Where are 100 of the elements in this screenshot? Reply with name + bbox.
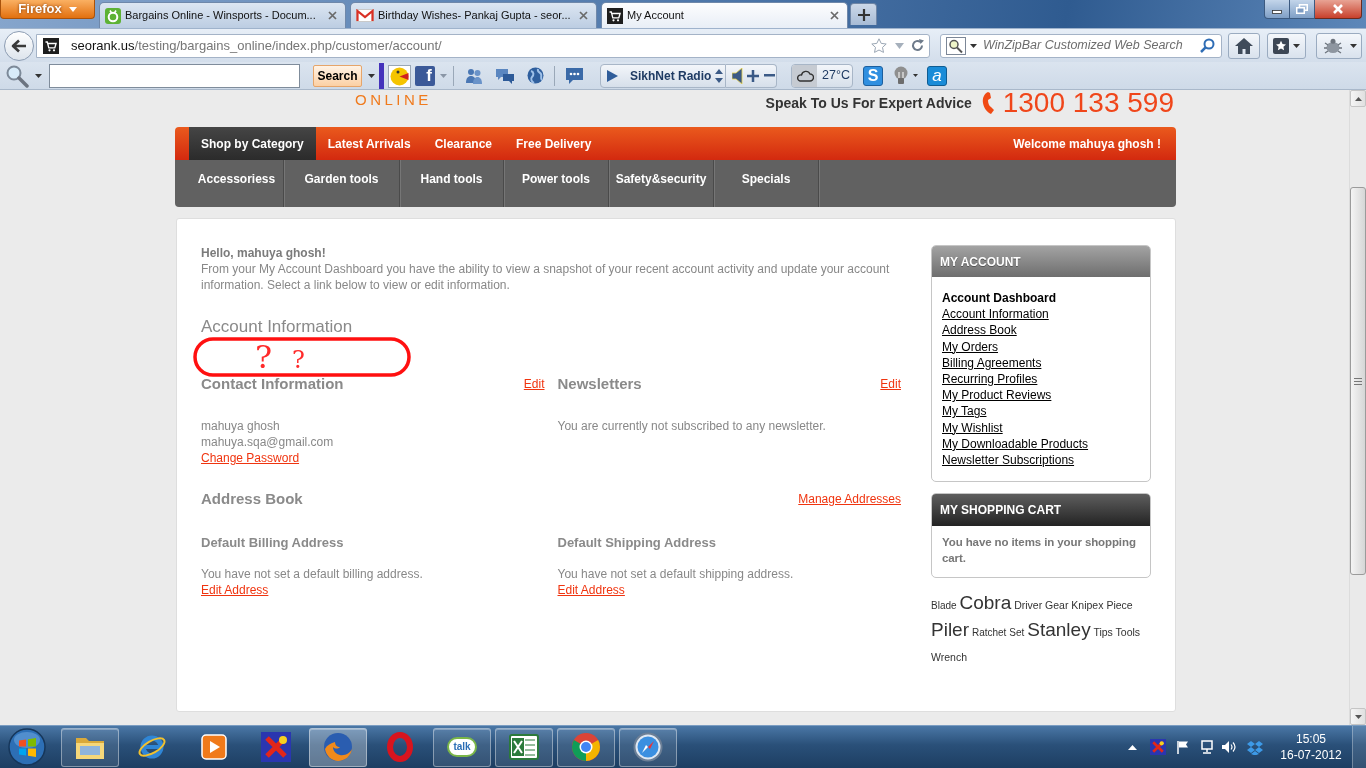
- sidebar-link[interactable]: Account Dashboard: [942, 290, 1056, 307]
- speaker-icon[interactable]: [1221, 740, 1237, 754]
- star-icon[interactable]: [871, 38, 887, 53]
- address-field[interactable]: seorank.us/testing/bargains_online/index.php/customer/account/: [36, 33, 930, 58]
- cross-tile-icon[interactable]: [1150, 739, 1166, 755]
- taskbar-button[interactable]: [619, 727, 677, 767]
- network-icon[interactable]: [1199, 739, 1215, 755]
- nav-tab[interactable]: Latest Arrivals: [315, 127, 423, 160]
- scroll-down-button[interactable]: [1350, 708, 1366, 725]
- tag-link[interactable]: Blade: [931, 600, 957, 612]
- close-icon[interactable]: [830, 11, 839, 20]
- tag-link[interactable]: Ratchet: [971, 627, 1007, 639]
- taskbar-button[interactable]: talk: [433, 727, 491, 767]
- diamonds-icon[interactable]: [1247, 739, 1263, 755]
- contact-name: mahuya ghosh: [201, 418, 281, 434]
- change-password-link[interactable]: Change Password: [201, 450, 300, 466]
- caret-up-icon[interactable]: [1128, 744, 1137, 750]
- back-button[interactable]: [4, 30, 34, 61]
- category-link[interactable]: Safety&security: [609, 160, 714, 207]
- tag-link[interactable]: Gear: [1045, 599, 1069, 612]
- browser-tab[interactable]: Bargains Online - Winsports - Docum...: [99, 2, 346, 28]
- tag-link[interactable]: Wrench: [931, 651, 967, 664]
- search-icon[interactable]: [5, 63, 29, 88]
- edit-address-link[interactable]: Edit Address: [557, 582, 625, 598]
- category-link[interactable]: Garden tools: [284, 160, 400, 207]
- chat-icon[interactable]: [495, 66, 515, 85]
- sidebar-link[interactable]: My Tags: [942, 403, 987, 420]
- player-button[interactable]: SikhNet Radio: [600, 63, 726, 88]
- minus-icon[interactable]: [764, 74, 775, 77]
- tag-link[interactable]: Tools: [1115, 626, 1141, 639]
- restore-icon: [1296, 4, 1308, 14]
- caret-icon[interactable]: [970, 43, 977, 48]
- smiley-icon[interactable]: [379, 62, 411, 89]
- edit-link[interactable]: Edit: [523, 376, 545, 392]
- tag-link[interactable]: Tips: [1093, 626, 1113, 639]
- a-button[interactable]: a: [927, 65, 947, 86]
- caret-icon[interactable]: [368, 73, 375, 78]
- nav-tab[interactable]: Shop by Category: [189, 127, 316, 160]
- search-icon[interactable]: [1200, 38, 1215, 53]
- search-field[interactable]: WinZipBar Customized Web Search: [940, 33, 1222, 58]
- plus-icon[interactable]: [747, 69, 759, 82]
- tag-link[interactable]: Driver: [1014, 599, 1043, 612]
- clock-date: 16-07-2012: [1280, 747, 1342, 763]
- sidebar-link[interactable]: My Downloadable Products: [942, 435, 1089, 453]
- manage-addresses-link[interactable]: Manage Addresses: [798, 491, 901, 507]
- flag-icon[interactable]: [1176, 740, 1190, 754]
- weather-button[interactable]: 27°C: [791, 63, 853, 88]
- start-button[interactable]: [5, 727, 49, 767]
- edit-address-link[interactable]: Edit Address: [201, 582, 269, 598]
- search-field[interactable]: [49, 63, 300, 88]
- nav-tab[interactable]: Free Delivery: [504, 127, 604, 160]
- tag-link[interactable]: Set: [1009, 627, 1025, 639]
- close-icon[interactable]: [579, 11, 588, 20]
- new-tab-button[interactable]: [850, 3, 877, 25]
- sidebar-link[interactable]: Recurring Profiles: [942, 371, 1038, 388]
- minimize-button[interactable]: [1264, 0, 1290, 19]
- edit-link[interactable]: Edit: [880, 376, 901, 392]
- tag-link[interactable]: Cobra: [959, 592, 1012, 614]
- tag-link[interactable]: Piler: [931, 619, 969, 641]
- globe-icon[interactable]: [527, 67, 544, 84]
- category-link[interactable]: Accessoriess: [190, 160, 284, 207]
- tag-link[interactable]: Stanley: [1027, 619, 1091, 641]
- bookmarks-button[interactable]: [1267, 32, 1306, 59]
- sidebar-link[interactable]: Account Information: [942, 306, 1049, 323]
- talk-logo: talk: [447, 737, 477, 757]
- close-button[interactable]: [1315, 0, 1362, 19]
- browser-tab[interactable]: Birthday Wishes- Pankaj Gupta - seor...: [350, 2, 597, 28]
- search-button[interactable]: Search: [313, 64, 362, 87]
- f-button[interactable]: f: [415, 65, 435, 86]
- taskbar-button[interactable]: [495, 727, 553, 767]
- caret-icon[interactable]: [35, 73, 42, 78]
- sidebar-link[interactable]: My Orders: [942, 338, 998, 355]
- speech-bubble-icon[interactable]: [565, 66, 584, 85]
- people-icon[interactable]: [465, 66, 483, 85]
- speaker-icon[interactable]: [732, 67, 744, 84]
- close-icon[interactable]: [328, 11, 337, 20]
- category-link[interactable]: Specials: [714, 160, 819, 207]
- restore-button[interactable]: [1290, 0, 1315, 19]
- sidebar-link[interactable]: Address Book: [942, 322, 1017, 339]
- sidebar-link[interactable]: My Product Reviews: [942, 387, 1052, 404]
- category-link[interactable]: Power tools: [504, 160, 609, 207]
- sidebar-link[interactable]: My Wishlist: [942, 419, 1003, 436]
- tag-link[interactable]: Knipex: [1071, 599, 1104, 612]
- taskbar-button[interactable]: [557, 727, 615, 767]
- tag-link[interactable]: Piece: [1106, 599, 1133, 612]
- show-desktop-button[interactable]: [1352, 726, 1366, 768]
- taskbar-button[interactable]: [61, 727, 119, 767]
- addon-button[interactable]: [1316, 32, 1362, 59]
- scroll-up-button[interactable]: [1350, 90, 1366, 107]
- magnifier-icon[interactable]: [946, 36, 966, 55]
- category-link[interactable]: Hand tools: [400, 160, 504, 207]
- sidebar-link[interactable]: Billing Agreements: [942, 354, 1042, 371]
- bulb-icon[interactable]: [893, 65, 909, 86]
- home-button[interactable]: [1228, 32, 1260, 59]
- browser-tab[interactable]: My Account: [601, 2, 848, 28]
- reload-icon[interactable]: [911, 39, 924, 52]
- nav-tab[interactable]: Clearance: [422, 127, 504, 160]
- caret-icon[interactable]: [913, 74, 918, 77]
- sidebar-link[interactable]: Newsletter Subscriptions: [942, 452, 1075, 469]
- scrollbar-thumb[interactable]: [1350, 187, 1366, 575]
